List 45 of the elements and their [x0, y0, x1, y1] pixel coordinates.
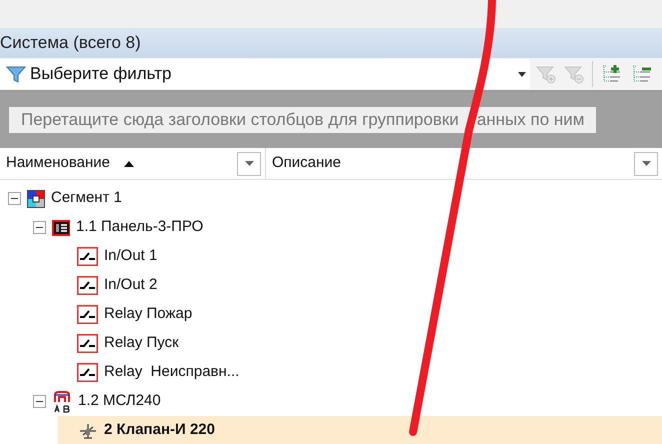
tree-row[interactable]: In/Out 2	[58, 271, 662, 300]
tree-row[interactable]: Relay Неисправн...	[58, 358, 662, 387]
switch-icon	[77, 305, 98, 324]
column-title: Описание	[272, 153, 342, 174]
switch-icon	[77, 276, 98, 295]
tree-row[interactable]: 1.2 МСЛ240	[33, 387, 662, 416]
caret-icon	[518, 72, 526, 76]
filter-icon	[6, 64, 26, 84]
module-icon	[52, 390, 72, 412]
caret-icon	[244, 161, 254, 166]
panel-title: Система (всего 8)	[0, 32, 141, 54]
group-by-hint: анных по ним	[476, 109, 584, 132]
caret-icon	[642, 161, 650, 166]
switch-icon	[77, 363, 98, 382]
column-filter-button[interactable]	[634, 152, 658, 176]
node-label: Сегмент 1	[51, 188, 122, 208]
node-label: In/Out 1	[104, 246, 158, 266]
column-header[interactable]: Наименование	[0, 148, 266, 179]
group-by-hint: Перетащите сюда заголовки столбцов для группировки	[21, 109, 459, 132]
filter-combobox[interactable]: Выберите фильтр	[0, 59, 530, 89]
node-label: In/Out 2	[104, 275, 158, 296]
column-filter-button[interactable]	[237, 152, 261, 176]
node-label: 2 Клапан-И 220	[104, 420, 215, 440]
tree-row[interactable]: Сегмент 1	[8, 184, 662, 213]
tree-row[interactable]: Relay Пожар	[58, 300, 662, 329]
collapse-toggle[interactable]	[8, 192, 21, 205]
node-label: Relay Неисправн...	[104, 362, 240, 382]
panel-icon	[52, 220, 70, 236]
filter-placeholder: Выберите фильтр	[30, 63, 172, 86]
column-title: Наименование	[6, 153, 110, 174]
node-label: Relay Пуск	[104, 333, 179, 354]
tree-row[interactable]: In/Out 1	[58, 242, 662, 271]
column-header[interactable]: Описание	[266, 148, 662, 179]
node-label: 1.2 МСЛ240	[78, 391, 161, 412]
collapse-toggle[interactable]	[33, 221, 46, 234]
switch-icon	[77, 247, 98, 266]
tree-row[interactable]: Relay Пуск	[58, 329, 662, 358]
valve-icon	[78, 422, 98, 440]
switch-icon	[77, 334, 98, 353]
node-label: Relay Пожар	[104, 304, 192, 324]
segment-icon	[27, 190, 45, 208]
node-label: 1.1 Панель-3-ПРО	[76, 217, 204, 238]
tree-row[interactable]: 1.1 Панель-3-ПРО	[33, 213, 662, 242]
collapse-toggle[interactable]	[33, 395, 46, 408]
tree-row[interactable]: 2 Клапан-И 220	[58, 416, 662, 444]
